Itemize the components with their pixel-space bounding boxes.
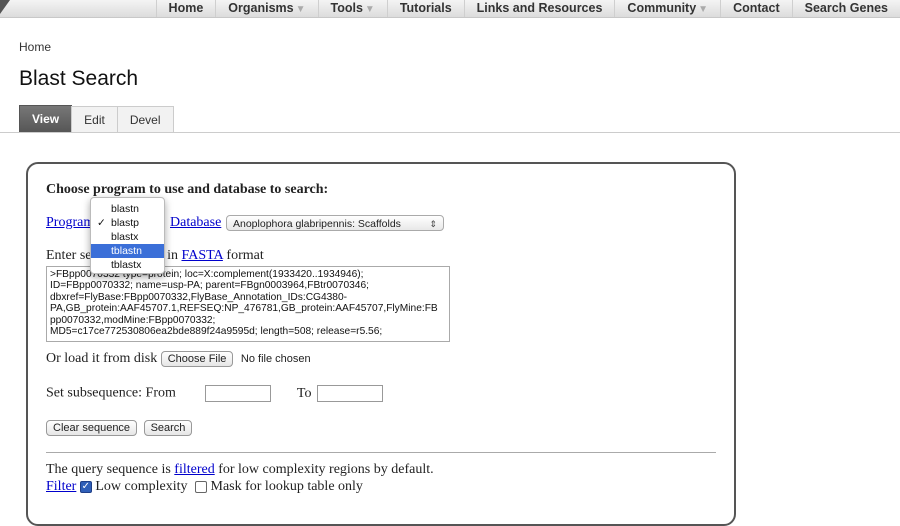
database-select[interactable]: Anoplophora glabripennis: Scaffolds ⇕: [226, 215, 444, 231]
program-row: Program: [46, 215, 94, 231]
sequence-line: pp0070332,modMine:FBpp0070332;: [50, 314, 216, 326]
choose-file-button[interactable]: Choose File: [160, 351, 234, 367]
search-button[interactable]: Search: [143, 420, 193, 436]
info-prefix: The query sequence is: [46, 462, 175, 477]
checkmark-icon: ✓: [97, 217, 106, 229]
nav-item-label: Contact: [733, 1, 780, 15]
select-arrows-icon: ⇕: [429, 219, 437, 229]
program-option-tblastn[interactable]: tblastn: [91, 244, 164, 258]
action-buttons: Clear sequence Search: [46, 420, 193, 436]
to-input[interactable]: [316, 385, 383, 402]
dropdown-arrow-icon: ▼: [295, 4, 306, 15]
program-option-label: blastp: [111, 217, 140, 229]
nav-item-label: Search Genes: [804, 1, 888, 15]
enter-suffix: format: [222, 248, 264, 263]
top-navigation-bar: Home Organisms ▼ Tools ▼ Tutorials Links and R…: [0, 0, 900, 18]
nav-item-label: Community: [627, 1, 697, 15]
clear-sequence-button[interactable]: Clear sequence: [46, 420, 138, 436]
load-file-row: Or load it from disk Choose File No file…: [46, 351, 311, 367]
fasta-link[interactable]: FASTA: [181, 248, 222, 263]
nav-item-label: Links and Resources: [476, 1, 603, 15]
to-label: To: [296, 385, 312, 401]
filter-options: Filter ✓ Low complexity Mask for lookup …: [46, 479, 363, 495]
program-option-label: blastn: [111, 203, 140, 215]
program-dropdown-menu: blastn ✓ blastp blastx tblastn tblastx: [90, 197, 165, 274]
program-option-tblastx[interactable]: tblastx: [91, 258, 164, 272]
subsequence-from-label: Set subsequence: From: [46, 385, 176, 401]
low-complexity-checkbox[interactable]: ✓: [79, 480, 92, 493]
no-file-label: No file chosen: [240, 353, 311, 366]
program-link[interactable]: Program: [46, 215, 94, 230]
database-select-value: Anoplophora glabripennis: Scaffolds: [233, 218, 401, 230]
program-option-label: blastx: [111, 231, 139, 243]
nav-item-search-genes[interactable]: Search Genes: [791, 0, 900, 17]
program-option-label: tblastx: [111, 259, 142, 271]
tab-view[interactable]: View: [19, 105, 73, 133]
nav-item-organisms[interactable]: Organisms ▼: [215, 0, 317, 17]
sequence-line: MD5=c17ce772530806ea2bde889f24a9595d; le…: [50, 326, 383, 338]
corner-decoration: [0, 0, 10, 14]
program-option-blastx[interactable]: blastx: [91, 230, 164, 244]
nav-item-home[interactable]: Home: [155, 0, 216, 17]
sequence-line: ID=FBpp0070332; name=usp-PA; parent=FBgn…: [50, 280, 369, 292]
database-link[interactable]: Database: [170, 215, 221, 231]
filter-info: The query sequence is filtered for low c…: [46, 462, 434, 478]
form-divider: [46, 452, 716, 453]
from-input[interactable]: [205, 385, 272, 402]
tab-devel[interactable]: Devel: [116, 106, 174, 133]
nav-item-label: Tools: [330, 1, 363, 15]
info-suffix: for low complexity regions by default.: [214, 462, 434, 477]
filter-link[interactable]: Filter: [46, 479, 76, 494]
dropdown-arrow-icon: ▼: [364, 4, 375, 15]
program-option-blastn[interactable]: blastn: [91, 202, 164, 216]
filtered-link[interactable]: filtered: [174, 462, 214, 477]
nav-item-label: Tutorials: [399, 1, 452, 15]
program-option-blastp[interactable]: ✓ blastp: [91, 216, 164, 230]
load-label: Or load it from disk: [46, 351, 158, 367]
nav-item-links-and-resources[interactable]: Links and Resources: [463, 0, 615, 17]
nav-item-contact[interactable]: Contact: [720, 0, 792, 17]
tab-divider: [0, 132, 900, 133]
enter-prefix: Enter se: [46, 248, 92, 263]
mask-lookup-label: Mask for lookup table only: [210, 479, 363, 494]
low-complexity-label: Low complexity: [95, 479, 188, 494]
tab-edit[interactable]: Edit: [71, 106, 118, 133]
sequence-textarea[interactable]: >FBpp0070332 type=protein; loc=X:complem…: [46, 266, 450, 342]
nav-item-tutorials[interactable]: Tutorials: [386, 0, 464, 17]
nav-item-label: Organisms: [228, 1, 294, 15]
form-heading: Choose program to use and database to se…: [46, 182, 329, 197]
mask-lookup-checkbox[interactable]: [195, 480, 207, 493]
nav-menu: Home Organisms ▼ Tools ▼ Tutorials Links and R…: [155, 0, 900, 17]
nav-item-label: Home: [168, 1, 204, 15]
subsequence-row: Set subsequence: From To: [46, 385, 383, 402]
sequence-line: PA,GB_protein:AAF45707.1,REFSEQ:NP_47678…: [50, 303, 438, 315]
program-option-label: tblastn: [111, 245, 142, 257]
page-title: Blast Search: [19, 67, 139, 90]
sequence-line: dbxref=FlyBase:FBpp0070332,FlyBase_Annot…: [50, 291, 348, 303]
nav-item-tools[interactable]: Tools ▼: [317, 0, 387, 17]
tab-bar: View Edit Devel: [19, 105, 174, 133]
dropdown-arrow-icon: ▼: [698, 4, 709, 15]
nav-item-community[interactable]: Community ▼: [614, 0, 720, 17]
breadcrumb[interactable]: Home: [19, 40, 51, 54]
